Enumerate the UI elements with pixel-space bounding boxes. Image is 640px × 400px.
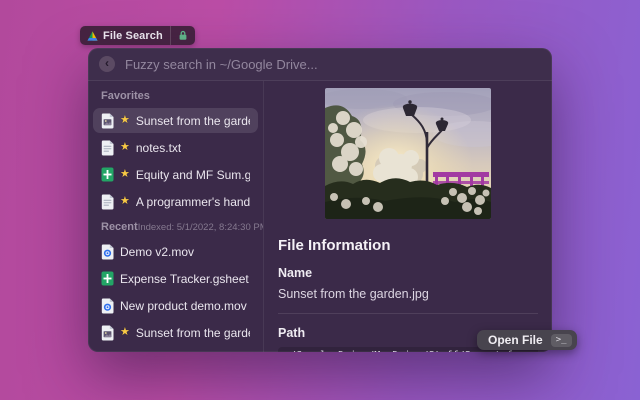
favorite-star-icon: ★ xyxy=(120,327,130,338)
file-name: A programmer's handbook.p... xyxy=(136,195,250,209)
search-input[interactable] xyxy=(125,57,541,72)
section-label: Recent xyxy=(101,221,138,233)
doc-file-icon xyxy=(101,194,114,210)
section-header: Favorites xyxy=(88,85,263,108)
preview-image xyxy=(325,88,491,219)
file-name: Sunset from the garden.jpg xyxy=(136,326,250,340)
detail-heading: File Information xyxy=(278,237,538,254)
file-name: Equity and MF Sum.gsheet xyxy=(136,168,250,182)
lock-icon xyxy=(171,30,195,41)
list-item[interactable]: Demo v2.mov xyxy=(93,239,258,264)
list-item[interactable]: ★ A programmer's handbook.p... xyxy=(93,189,258,214)
text-file-icon xyxy=(101,140,114,156)
image-file-icon xyxy=(101,113,114,129)
open-file-button[interactable]: Open File >_ xyxy=(477,330,577,350)
sheet-file-icon xyxy=(101,271,114,286)
list-item[interactable]: ★ Equity and MF Sum.gsheet xyxy=(93,162,258,187)
chevron-left-icon: ‹ xyxy=(105,57,109,69)
list-item[interactable]: ★ Sunset from the garden.jpg xyxy=(93,108,258,133)
detail-panel: File Information Name Sunset from the ga… xyxy=(264,81,552,352)
section-label: Favorites xyxy=(101,90,150,102)
file-search-window: ‹ Favorites ★ Sunset from the garden.jpg … xyxy=(88,48,552,352)
list-item[interactable]: Expense Tracker.gsheet xyxy=(93,266,258,291)
movie-file-icon xyxy=(101,298,114,314)
favorite-star-icon: ★ xyxy=(120,142,130,153)
window-content: Favorites ★ Sunset from the garden.jpg ★ n… xyxy=(88,81,552,352)
section-header: RecentIndexed: 5/1/2022, 8:24:30 PM xyxy=(88,216,263,239)
terminal-shortcut-icon: >_ xyxy=(551,334,572,347)
file-name: Sunset from the garden.jpg xyxy=(136,114,250,128)
open-file-label: Open File xyxy=(488,333,543,347)
image-file-icon xyxy=(101,325,114,341)
movie-file-icon xyxy=(101,244,114,260)
favorite-star-icon: ★ xyxy=(120,115,130,126)
field-label-name: Name xyxy=(278,266,538,280)
search-bar: ‹ xyxy=(88,48,552,81)
back-button[interactable]: ‹ xyxy=(99,56,115,72)
field-value-name: Sunset from the garden.jpg xyxy=(278,287,538,301)
image-file-icon xyxy=(101,352,114,353)
app-pill-label: File Search xyxy=(103,30,163,42)
file-name: Demo v2.mov xyxy=(120,245,194,259)
file-name: Expense Tracker.gsheet xyxy=(120,272,249,286)
list-item[interactable]: ★ Sunset from the garden.jpg xyxy=(93,320,258,345)
favorite-star-icon: ★ xyxy=(120,169,130,180)
divider xyxy=(278,313,538,314)
app-pill[interactable]: File Search xyxy=(80,26,195,45)
sheet-file-icon xyxy=(101,167,114,182)
file-name: notes.txt xyxy=(136,141,181,155)
file-list: Favorites ★ Sunset from the garden.jpg ★ n… xyxy=(88,81,264,352)
favorite-star-icon: ★ xyxy=(120,196,130,207)
index-status: Indexed: 5/1/2022, 8:24:30 PM xyxy=(138,222,264,233)
list-item[interactable]: ★ notes.txt xyxy=(93,135,258,160)
list-item[interactable]: New product demo.mov xyxy=(93,293,258,318)
list-item[interactable]: avatar.png xyxy=(93,347,258,352)
file-name: New product demo.mov xyxy=(120,299,247,313)
google-drive-icon xyxy=(87,31,98,41)
